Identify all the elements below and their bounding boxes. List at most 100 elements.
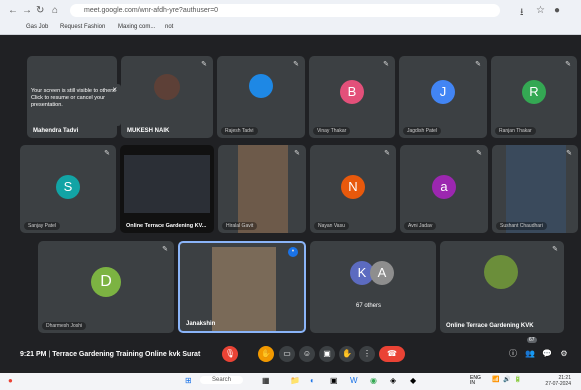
people-icon[interactable]: 👥 (522, 346, 538, 362)
participant-tile[interactable]: Online Terrace Gardening KVK ✎ (440, 241, 564, 333)
participant-tile[interactable]: D Dharmesh Joshi ✎ (38, 241, 174, 333)
files-icon[interactable]: 📁 (290, 376, 300, 385)
mic-off-icon: ✎ (566, 150, 572, 157)
participant-name: Ranjan Thakar (495, 127, 536, 135)
activities-icon[interactable]: ⚙ (556, 346, 572, 362)
reactions-button[interactable]: ☺ (299, 346, 315, 362)
participant-tile[interactable]: B Vinay Thakar ✎ (309, 56, 395, 138)
captions-button[interactable]: ▭ (279, 346, 295, 362)
clock[interactable]: 21:21 27-07-2024 (545, 375, 571, 387)
volume-icon[interactable]: 🔊 (503, 376, 510, 383)
popup-text: Your screen is still visible to others. … (31, 88, 117, 108)
taskbar-search[interactable]: Search (200, 376, 244, 384)
mic-off-icon: ✎ (294, 150, 300, 157)
bookmarks-bar: Gas Job Request Fashion Maxing com... no… (0, 22, 581, 35)
bookmark-item[interactable]: not (165, 24, 173, 30)
download-icon[interactable]: ⭳ (520, 5, 524, 22)
presentation-tile[interactable]: Online Terrace Gardening KV... (120, 145, 214, 233)
participant-tile-speaking[interactable]: Janakshin • (178, 241, 306, 333)
app-icon[interactable]: ◆ (410, 376, 416, 385)
participant-tile[interactable]: S Sanjay Patel ✎ (20, 145, 116, 233)
bookmark-item[interactable]: Request Fashion (60, 24, 105, 30)
taskview-icon[interactable]: ▦ (262, 376, 270, 385)
address-bar[interactable]: meet.google.com/wnr-afdh-yre?authuser=0 (70, 4, 500, 17)
avatar: J (431, 80, 455, 104)
participant-name: Sanjay Patel (24, 222, 61, 230)
avatar: R (522, 80, 546, 104)
camera-feed (212, 247, 276, 331)
participant-tile[interactable]: Hiralal Gavit ✎ (218, 145, 306, 233)
bookmark-item[interactable]: Maxing com... (118, 24, 155, 30)
present-button[interactable]: ▣ (319, 346, 335, 362)
edge-icon[interactable]: ◐ (310, 376, 315, 385)
participant-tile[interactable]: R Ranjan Thakar ✎ (491, 56, 577, 138)
participant-tile[interactable]: Rajesh Tadvi ✎ (217, 56, 305, 138)
participant-tile[interactable]: N Nayan Vasu ✎ (310, 145, 396, 233)
participant-name: Jagdish Patel (403, 127, 442, 135)
profile-icon[interactable]: ● (554, 5, 560, 16)
participant-name: Online Terrace Gardening KV... (126, 223, 207, 229)
raise-hand-button[interactable]: ✋ (258, 346, 274, 362)
avatar (249, 74, 273, 98)
close-icon[interactable]: × (112, 86, 117, 94)
avatar: B (340, 80, 364, 104)
chrome-icon[interactable]: ◉ (370, 376, 377, 385)
store-icon[interactable]: ▣ (330, 376, 338, 385)
mic-off-icon: ✎ (565, 61, 571, 68)
word-icon[interactable]: W (350, 376, 358, 385)
participant-name: Dharmesh Joshi (42, 322, 87, 330)
meeting-title: Terrace Gardening Training Online kvk Su… (52, 351, 201, 358)
participant-name: Nayan Vasu (314, 222, 349, 230)
taskbar: ● ⊞ Search ▦ 📁 ◐ ▣ W ◉ ◈ ◆ ENG IN 📶 🔊 🔋 … (0, 373, 581, 390)
participant-name: Vinay Thakar (313, 127, 351, 135)
avatar: A (370, 261, 394, 285)
mic-off-icon: ✎ (104, 150, 110, 157)
more-options-button[interactable]: ⋮ (359, 346, 375, 362)
separator: | (48, 351, 51, 358)
browser-toolbar: ← → ↻ ⌂ meet.google.com/wnr-afdh-yre?aut… (0, 0, 581, 23)
mic-off-icon: ✎ (162, 246, 168, 253)
participant-tile[interactable]: MUKESH NAIK ✎ (121, 56, 213, 138)
home-icon[interactable]: ⌂ (52, 5, 58, 16)
hand-button[interactable]: ✋ (339, 346, 355, 362)
screen-share-popup: Your screen is still visible to others. … (27, 84, 121, 126)
speaking-icon: • (288, 247, 298, 257)
others-count: 67 others (356, 303, 382, 309)
chat-icon[interactable]: 💬 (539, 346, 555, 362)
participant-count-badge: 67 (527, 337, 537, 343)
avatar: D (91, 267, 121, 297)
language-indicator[interactable]: ENG IN (470, 376, 481, 386)
reload-icon[interactable]: ↻ (36, 5, 44, 16)
meeting-time: 9:21 PM (20, 351, 47, 358)
participant-name: Hiralal Gavit (222, 222, 258, 230)
participant-tile[interactable]: Sushant Chaudhari ✎ (492, 145, 578, 233)
battery-icon[interactable]: 🔋 (514, 376, 521, 383)
participant-name: Rajesh Tadvi (221, 127, 258, 135)
app-icon[interactable]: ◈ (390, 376, 396, 385)
wifi-icon[interactable]: 📶 (492, 376, 499, 383)
others-tile[interactable]: K A 67 others (310, 241, 436, 333)
star-icon[interactable]: ☆ (536, 5, 545, 16)
participant-name: Janakshin (186, 321, 216, 327)
forward-icon[interactable]: → (22, 5, 32, 16)
avatar (154, 74, 180, 100)
participant-name: Online Terrace Gardening KVK (446, 323, 534, 329)
participant-name: Mahendra Tadvi (33, 128, 79, 134)
leave-call-button[interactable]: ☎ (379, 346, 405, 362)
mic-off-icon: ✎ (476, 150, 482, 157)
camera-feed (238, 145, 288, 233)
participant-tile[interactable]: a Avni Jadav ✎ (400, 145, 488, 233)
info-icon[interactable]: ⓘ (505, 346, 521, 362)
bookmark-item[interactable]: Gas Job (26, 24, 48, 30)
avatar: N (341, 175, 365, 199)
mic-toggle-button[interactable]: 🎙 (222, 346, 238, 362)
back-icon[interactable]: ← (8, 5, 18, 16)
participant-tile[interactable]: J Jagdish Patel ✎ (399, 56, 487, 138)
participant-name: Sushant Chaudhari (496, 222, 547, 230)
mic-off-icon: ✎ (384, 150, 390, 157)
windows-start-icon[interactable]: ⊞ (185, 376, 192, 385)
avatar: a (432, 175, 456, 199)
weather-icon[interactable]: ● (8, 376, 13, 385)
clock-date: 27-07-2024 (545, 381, 571, 387)
shared-screen-preview (124, 155, 210, 213)
